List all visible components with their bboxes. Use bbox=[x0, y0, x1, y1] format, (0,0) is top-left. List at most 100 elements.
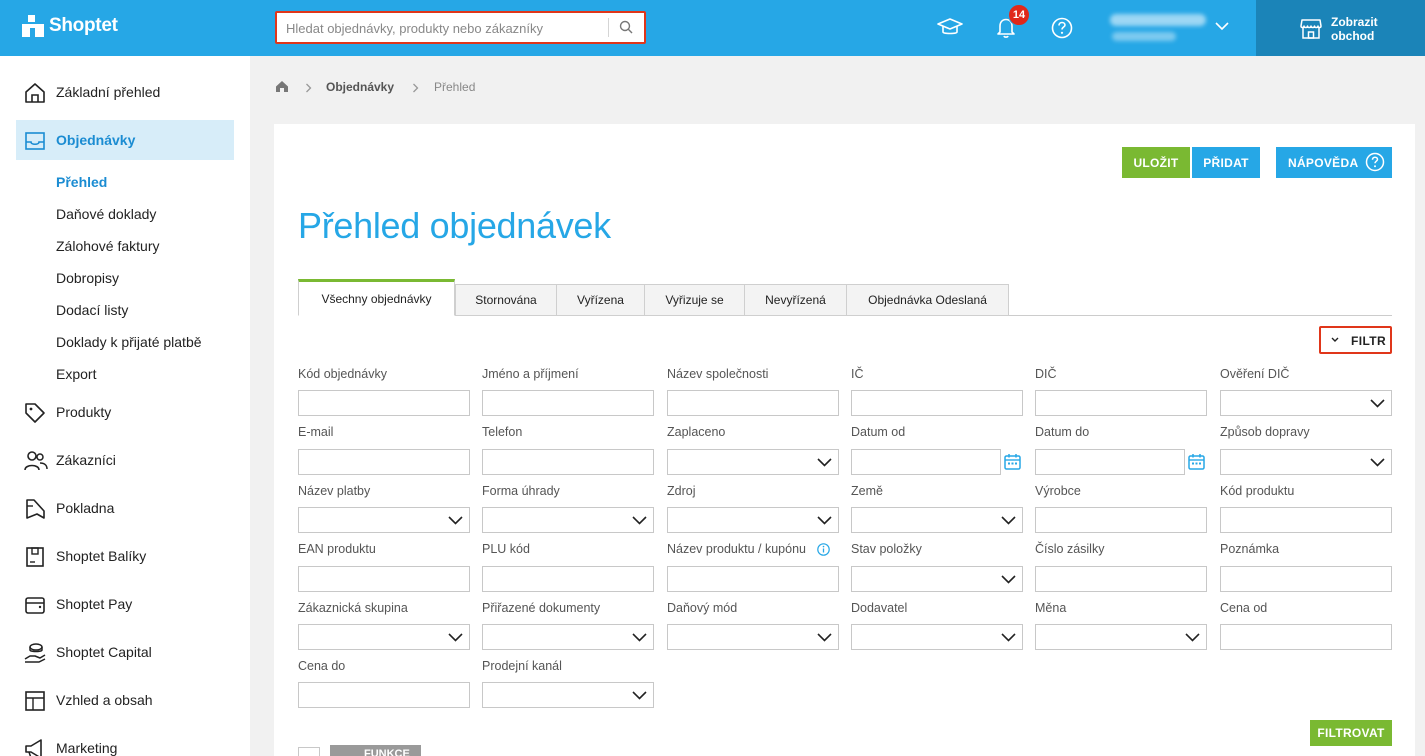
chevron-down-icon bbox=[1370, 458, 1385, 467]
chevron-down-icon bbox=[448, 633, 463, 642]
filter-text-input[interactable] bbox=[298, 566, 470, 592]
filter-text-input[interactable] bbox=[1220, 624, 1392, 650]
sidebar-item-customers[interactable]: Zákazníci bbox=[16, 440, 234, 480]
sidebar-item-label: Marketing bbox=[56, 740, 118, 756]
sidebar-item-marketing[interactable]: Marketing bbox=[16, 728, 234, 756]
filter-toggle-button[interactable]: FILTR bbox=[1319, 326, 1392, 354]
sidebar-item-products[interactable]: Produkty bbox=[16, 392, 234, 432]
filter-select[interactable] bbox=[1220, 390, 1392, 416]
help-button[interactable]: NÁPOVĚDA bbox=[1276, 147, 1392, 178]
chevron-down-icon bbox=[1370, 399, 1385, 408]
filter-text-input[interactable] bbox=[298, 449, 470, 475]
filter-label: Kód produktu bbox=[1220, 484, 1295, 498]
filter-label: IČ bbox=[851, 367, 864, 381]
sidebar-item-label: Shoptet Capital bbox=[56, 644, 152, 660]
chevron-down-icon bbox=[632, 633, 647, 642]
chevron-down-icon bbox=[632, 691, 647, 700]
filter-select[interactable] bbox=[1220, 449, 1392, 475]
search-input[interactable] bbox=[286, 19, 606, 37]
filter-select[interactable] bbox=[851, 507, 1023, 533]
filter-text-input[interactable] bbox=[1035, 507, 1207, 533]
filter-label: Název společnosti bbox=[667, 367, 769, 381]
filter-text-input[interactable] bbox=[482, 390, 654, 416]
breadcrumb-orders[interactable]: Objednávky bbox=[326, 80, 394, 94]
calendar-icon[interactable] bbox=[1188, 453, 1205, 470]
filter-text-input[interactable] bbox=[1035, 566, 1207, 592]
save-button[interactable]: ULOŽIT bbox=[1122, 147, 1190, 178]
sidebar-subitem-proforma-invoices[interactable]: Zálohové faktury bbox=[56, 238, 160, 254]
filter-text-input[interactable] bbox=[1035, 390, 1207, 416]
help-circle-icon bbox=[1365, 152, 1385, 172]
shoptet-logo[interactable]: Shoptet bbox=[22, 15, 118, 37]
tab-pending[interactable]: Nevyřízená bbox=[744, 284, 847, 316]
academy-icon[interactable] bbox=[937, 17, 963, 39]
tab-all-orders[interactable]: Všechny objednávky bbox=[298, 279, 455, 316]
filter-text-input[interactable] bbox=[667, 566, 839, 592]
filter-text-input[interactable] bbox=[1220, 566, 1392, 592]
sidebar-item-shoptet-packages[interactable]: Shoptet Balíky bbox=[16, 536, 234, 576]
filter-select[interactable] bbox=[851, 566, 1023, 592]
apply-filter-button[interactable]: FILTROVAT bbox=[1310, 720, 1392, 746]
sidebar-item-orders[interactable]: Objednávky bbox=[16, 120, 234, 160]
add-button[interactable]: PŘIDAT bbox=[1192, 147, 1260, 178]
calendar-icon[interactable] bbox=[1004, 453, 1021, 470]
sidebar-subitem-delivery-notes[interactable]: Dodací listy bbox=[56, 302, 128, 318]
filter-select[interactable] bbox=[667, 624, 839, 650]
tab-order-sent[interactable]: Objednávka Odeslaná bbox=[846, 284, 1009, 316]
bulk-actions-button[interactable]: FUNKCE bbox=[330, 745, 421, 756]
chevron-down-icon bbox=[1001, 516, 1016, 525]
chevron-down-icon bbox=[817, 516, 832, 525]
filter-text-input[interactable] bbox=[482, 566, 654, 592]
sidebar-item-pos[interactable]: Pokladna bbox=[16, 488, 234, 528]
filter-select[interactable] bbox=[851, 624, 1023, 650]
show-store-button[interactable]: Zobrazit obchod bbox=[1256, 0, 1425, 56]
money-hand-icon bbox=[24, 643, 46, 663]
megaphone-icon bbox=[25, 739, 42, 756]
sidebar-subitem-credit-notes[interactable]: Dobropisy bbox=[56, 270, 119, 286]
search-icon[interactable] bbox=[619, 20, 633, 34]
sidebar-item-shoptet-pay[interactable]: Shoptet Pay bbox=[16, 584, 234, 624]
sidebar-item-label: Základní přehled bbox=[56, 84, 161, 100]
filter-select[interactable] bbox=[482, 507, 654, 533]
filter-label: Forma úhrady bbox=[482, 484, 560, 498]
page-title: Přehled objednávek bbox=[298, 205, 611, 246]
filter-text-input[interactable] bbox=[1220, 507, 1392, 533]
sidebar-item-dashboard[interactable]: Základní přehled bbox=[16, 72, 234, 112]
help-icon[interactable] bbox=[1051, 17, 1073, 39]
filter-date-input[interactable] bbox=[1035, 449, 1185, 475]
filter-select[interactable] bbox=[667, 449, 839, 475]
sidebar-item-appearance[interactable]: Vzhled a obsah bbox=[16, 680, 234, 720]
filter-select[interactable] bbox=[298, 507, 470, 533]
filter-select[interactable] bbox=[298, 624, 470, 650]
filter-select[interactable] bbox=[667, 507, 839, 533]
user-account-blurred[interactable] bbox=[1110, 12, 1210, 44]
info-icon[interactable] bbox=[817, 543, 830, 556]
filter-date-input[interactable] bbox=[851, 449, 1001, 475]
filter-select[interactable] bbox=[1035, 624, 1207, 650]
tab-cancelled[interactable]: Stornována bbox=[455, 284, 557, 316]
filter-text-input[interactable] bbox=[667, 390, 839, 416]
receipt-icon bbox=[26, 499, 45, 519]
sidebar-subitem-payment-receipts[interactable]: Doklady k přijaté platbě bbox=[56, 334, 202, 350]
filter-label: Stav položky bbox=[851, 542, 922, 556]
sidebar-subitem-overview[interactable]: Přehled bbox=[56, 174, 107, 190]
filter-text-input[interactable] bbox=[298, 390, 470, 416]
filter-select[interactable] bbox=[482, 682, 654, 708]
select-all-checkbox[interactable] bbox=[298, 747, 320, 756]
filter-text-input[interactable] bbox=[851, 390, 1023, 416]
chevron-down-icon[interactable] bbox=[1215, 22, 1229, 31]
filter-select[interactable] bbox=[482, 624, 654, 650]
sidebar-subitem-tax-documents[interactable]: Daňové doklady bbox=[56, 206, 156, 222]
filter-label: Telefon bbox=[482, 425, 523, 439]
filter-text-input[interactable] bbox=[482, 449, 654, 475]
filter-label: Číslo zásilky bbox=[1035, 542, 1105, 556]
filter-label: Přiřazené dokumenty bbox=[482, 601, 601, 615]
filter-label: DIČ bbox=[1035, 367, 1057, 381]
sidebar-subitem-export[interactable]: Export bbox=[56, 366, 96, 382]
breadcrumb-home-icon[interactable] bbox=[275, 80, 289, 93]
storefront-icon bbox=[1300, 19, 1322, 39]
sidebar-item-shoptet-capital[interactable]: Shoptet Capital bbox=[16, 632, 234, 672]
tab-completed[interactable]: Vyřízena bbox=[556, 284, 645, 316]
filter-text-input[interactable] bbox=[298, 682, 470, 708]
tab-in-progress[interactable]: Vyřizuje se bbox=[644, 284, 745, 316]
